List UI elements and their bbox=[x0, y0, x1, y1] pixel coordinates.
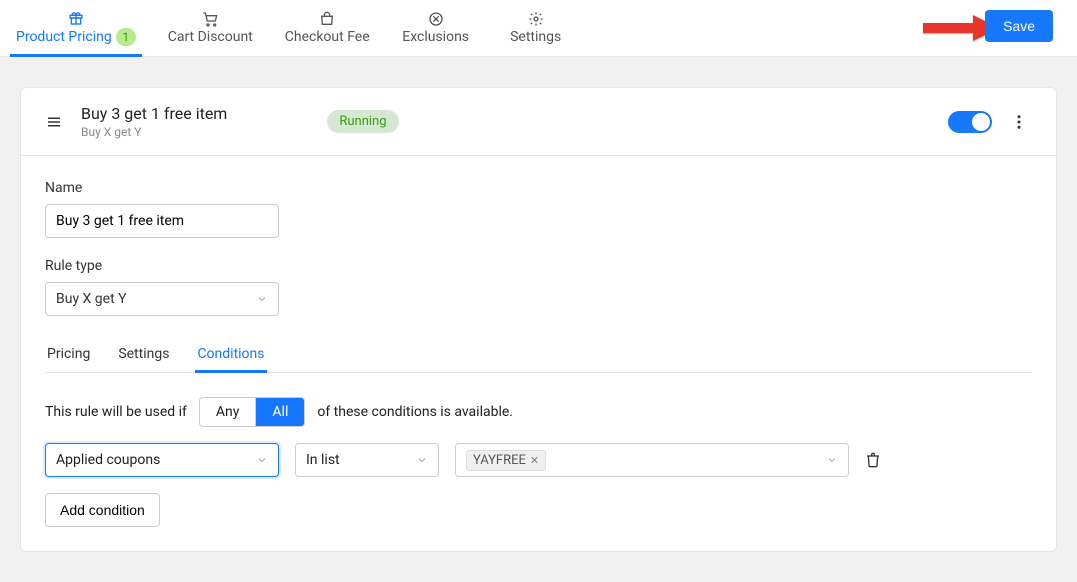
save-button[interactable]: Save bbox=[985, 10, 1053, 42]
condition-field-select[interactable]: Applied coupons bbox=[45, 443, 279, 477]
chevron-down-icon bbox=[256, 454, 268, 466]
subtab-conditions[interactable]: Conditions bbox=[195, 336, 266, 372]
ruletype-label: Rule type bbox=[45, 258, 1032, 274]
rule-title-block: Buy 3 get 1 free item Buy X get Y bbox=[81, 104, 227, 139]
tab-product-pricing[interactable]: Product Pricing 1 bbox=[0, 0, 152, 57]
card-header: Buy 3 get 1 free item Buy X get Y Runnin… bbox=[21, 88, 1056, 156]
condition-mode-row: This rule will be used if Any All of the… bbox=[45, 397, 1032, 427]
tab-label: Exclusions bbox=[402, 29, 469, 45]
drag-handle-icon[interactable] bbox=[45, 113, 63, 131]
ruletype-value: Buy X get Y bbox=[56, 291, 127, 307]
tab-label: Checkout Fee bbox=[285, 29, 370, 45]
more-menu-icon[interactable] bbox=[1006, 109, 1032, 135]
cond-text-before: This rule will be used if bbox=[45, 404, 187, 420]
cond-text-after: of these conditions is available. bbox=[317, 404, 513, 420]
condition-value-select[interactable]: YAYFREE ✕ bbox=[455, 443, 849, 477]
rule-card: Buy 3 get 1 free item Buy X get Y Runnin… bbox=[20, 87, 1057, 552]
condition-operator-value: In list bbox=[306, 452, 340, 468]
status-badge: Running bbox=[327, 110, 398, 133]
card-body: Name Rule type Buy X get Y Pricing Setti… bbox=[21, 156, 1056, 551]
seg-all[interactable]: All bbox=[255, 398, 304, 426]
ruletype-select[interactable]: Buy X get Y bbox=[45, 282, 279, 316]
tab-label: Settings bbox=[510, 29, 561, 45]
add-condition-button[interactable]: Add condition bbox=[45, 493, 160, 527]
name-input-wrap bbox=[45, 204, 279, 238]
bag-icon bbox=[319, 11, 335, 27]
cancel-icon bbox=[428, 11, 444, 27]
seg-any[interactable]: Any bbox=[200, 398, 256, 426]
chevron-down-icon bbox=[256, 293, 268, 305]
name-label: Name bbox=[45, 180, 1032, 196]
header-actions bbox=[948, 109, 1032, 135]
tab-exclusions[interactable]: Exclusions bbox=[386, 0, 486, 57]
any-all-segment: Any All bbox=[199, 397, 305, 427]
tab-settings[interactable]: Settings bbox=[486, 0, 586, 57]
tab-checkout-fee[interactable]: Checkout Fee bbox=[269, 0, 386, 57]
nav-tabs: Product Pricing 1 Cart Discount Checkout… bbox=[0, 0, 586, 57]
condition-row: Applied coupons In list YAYFREE ✕ bbox=[45, 443, 1032, 477]
cart-icon bbox=[202, 11, 218, 27]
tab-label: Cart Discount bbox=[168, 29, 253, 45]
sub-tabs: Pricing Settings Conditions bbox=[45, 336, 1032, 373]
remove-tag-icon[interactable]: ✕ bbox=[530, 454, 539, 467]
top-nav: Product Pricing 1 Cart Discount Checkout… bbox=[0, 0, 1077, 57]
gift-icon bbox=[68, 10, 84, 26]
delete-condition-icon[interactable] bbox=[865, 452, 881, 468]
condition-field-value: Applied coupons bbox=[56, 452, 160, 468]
tab-badge: 1 bbox=[116, 28, 136, 46]
gear-icon bbox=[528, 11, 544, 27]
chevron-down-icon bbox=[416, 454, 428, 466]
coupon-tag-label: YAYFREE bbox=[473, 453, 526, 468]
name-input[interactable] bbox=[56, 213, 268, 229]
page-content: Buy 3 get 1 free item Buy X get Y Runnin… bbox=[0, 57, 1077, 582]
tab-label: Product Pricing 1 bbox=[16, 28, 136, 46]
subtab-pricing[interactable]: Pricing bbox=[45, 336, 92, 372]
rule-toggle[interactable] bbox=[948, 111, 992, 133]
subtab-settings[interactable]: Settings bbox=[116, 336, 171, 372]
coupon-tag: YAYFREE ✕ bbox=[466, 450, 546, 471]
condition-operator-select[interactable]: In list bbox=[295, 443, 439, 477]
chevron-down-icon bbox=[826, 454, 838, 466]
rule-title: Buy 3 get 1 free item bbox=[81, 104, 227, 123]
rule-subtitle: Buy X get Y bbox=[81, 125, 227, 139]
tab-cart-discount[interactable]: Cart Discount bbox=[152, 0, 269, 57]
